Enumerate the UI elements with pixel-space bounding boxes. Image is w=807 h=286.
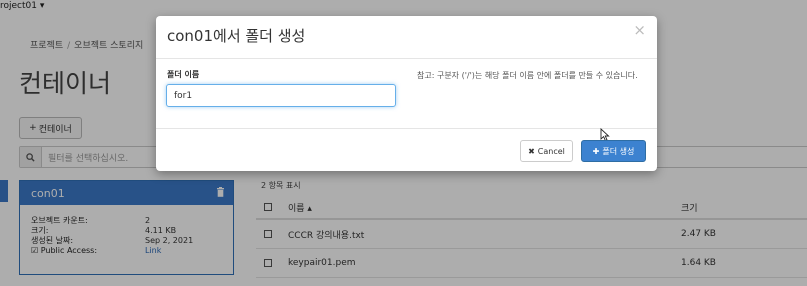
create-folder-dialog: con01에서 폴더 생성 × 폴더 이름 참고: 구분자 ('/')는 해당 …	[156, 16, 657, 171]
close-icon[interactable]: ×	[633, 23, 646, 38]
cancel-button[interactable]: ✖ Cancel	[520, 140, 573, 162]
dialog-title: con01에서 폴더 생성	[167, 27, 306, 45]
folder-name-label: 폴더 이름	[167, 70, 200, 79]
dialog-body: 폴더 이름 참고: 구분자 ('/')는 해당 폴더 이름 안에 폴더를 만들 …	[156, 59, 657, 142]
cancel-label: Cancel	[537, 146, 565, 156]
folder-name-input[interactable]	[166, 84, 396, 107]
create-folder-button[interactable]: ✚ 폴더 생성	[581, 140, 646, 162]
create-folder-label: 폴더 생성	[602, 146, 635, 156]
dialog-footer: ✖ Cancel ✚ 폴더 생성	[156, 129, 657, 170]
help-text: 참고: 구분자 ('/')는 해당 폴더 이름 안에 폴더를 만들 수 있습니다…	[417, 71, 638, 80]
dialog-header: con01에서 폴더 생성 ×	[156, 16, 657, 59]
close-small-icon: ✖	[528, 146, 535, 156]
plus-icon: ✚	[592, 146, 600, 156]
